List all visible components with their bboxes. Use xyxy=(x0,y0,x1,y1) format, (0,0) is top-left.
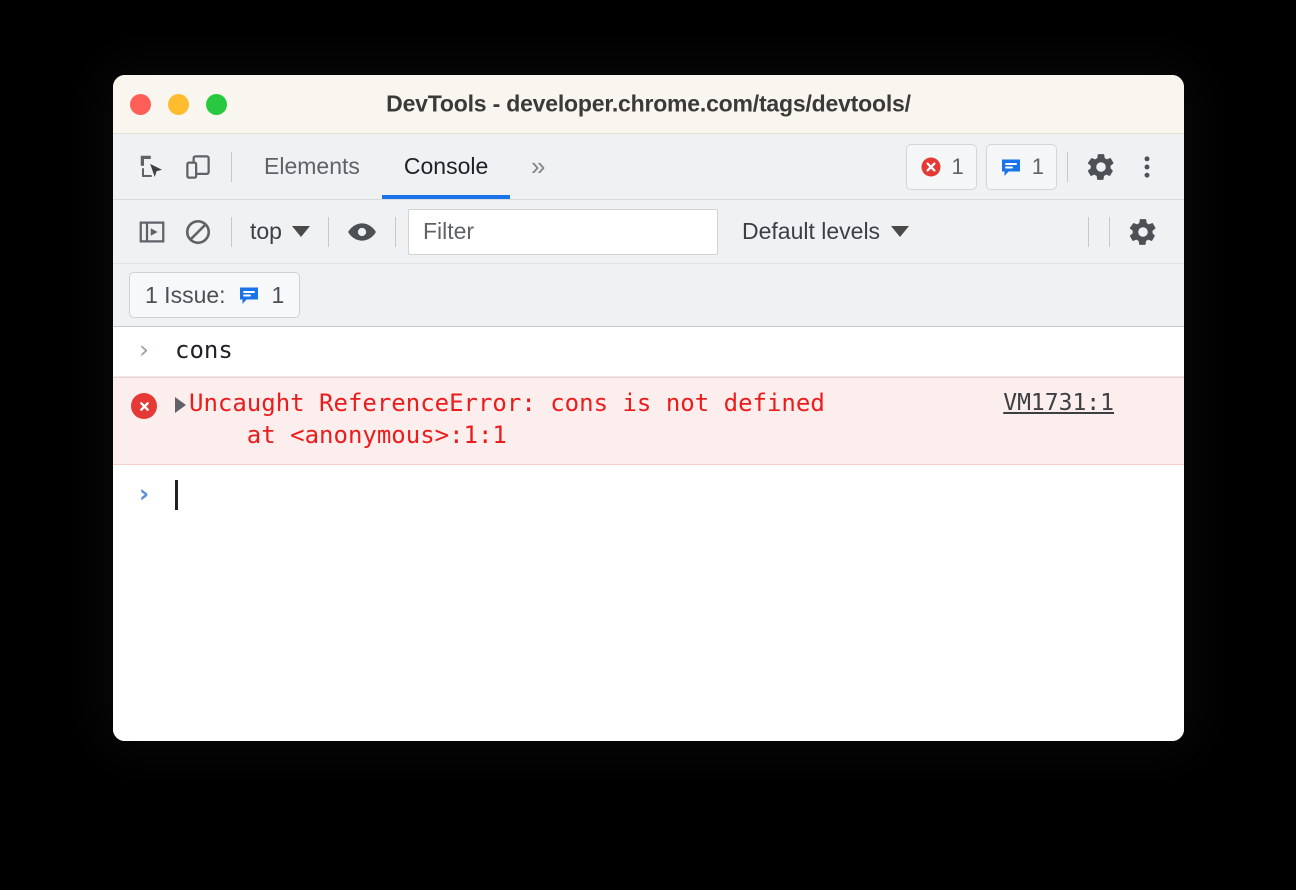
text-cursor xyxy=(175,479,178,510)
console-sidebar-toggle-button[interactable] xyxy=(129,209,175,255)
chevron-down-icon xyxy=(891,226,910,237)
close-window-button[interactable] xyxy=(130,93,151,115)
live-expression-button[interactable] xyxy=(339,209,385,255)
more-tabs-button[interactable]: » xyxy=(516,145,560,189)
console-filter-placeholder: Filter xyxy=(422,218,475,244)
device-toolbar-button[interactable] xyxy=(175,144,221,190)
log-level-value: Default levels xyxy=(741,218,881,244)
inspect-element-icon xyxy=(137,152,167,182)
error-circle-icon xyxy=(919,155,943,179)
issues-count-value: 1 xyxy=(1031,153,1044,179)
window-title: DevTools - developer.chrome.com/tags/dev… xyxy=(386,90,911,117)
console-error-source-link[interactable]: VM1731:1 xyxy=(1003,390,1114,416)
issues-summary-button[interactable]: 1 Issue: 1 xyxy=(129,272,301,318)
devtools-panel: Elements Console » 1 1 top Filter Defaul… xyxy=(113,134,1184,741)
chevron-down-icon xyxy=(291,226,310,237)
console-toolbar-divider-2 xyxy=(327,216,329,247)
console-input-echo-text: cons xyxy=(175,336,233,364)
issues-speech-bubble-icon xyxy=(237,283,261,307)
console-toolbar-divider-5 xyxy=(1109,216,1110,247)
tab-elements-label: Elements xyxy=(264,153,360,179)
devtools-more-options-button[interactable] xyxy=(1124,144,1170,190)
console-message-list[interactable]: › cons Uncaught ReferenceError: cons is … xyxy=(113,327,1184,741)
issues-speech-bubble-icon xyxy=(999,155,1023,179)
issues-summary-label: 1 Issue: xyxy=(145,281,226,308)
console-toolbar-divider-4 xyxy=(1088,216,1089,247)
console-error-line-1: Uncaught ReferenceError: cons is not def… xyxy=(189,389,825,417)
console-error-gutter xyxy=(113,388,175,419)
error-count-value: 1 xyxy=(951,153,964,179)
console-filter-input[interactable]: Filter xyxy=(407,208,718,255)
input-chevron-icon: › xyxy=(139,335,149,364)
inspect-element-button[interactable] xyxy=(129,144,175,190)
eye-icon xyxy=(346,216,378,248)
console-error-message: Uncaught ReferenceError: cons is not def… xyxy=(189,388,1003,452)
console-row-gutter: › xyxy=(113,335,175,362)
execution-context-value: top xyxy=(250,218,282,244)
log-level-selector[interactable]: Default levels xyxy=(736,211,915,253)
chevron-double-right-icon: » xyxy=(531,151,546,181)
console-error-line-2: at <anonymous>:1:1 xyxy=(189,420,507,449)
error-circle-icon xyxy=(131,393,157,419)
gear-icon xyxy=(1127,216,1159,248)
clear-console-button[interactable] xyxy=(175,209,221,255)
console-toolbar-divider-1 xyxy=(231,216,232,247)
tabstrip-right-group: 1 1 xyxy=(897,143,1185,190)
tab-console-label: Console xyxy=(403,153,489,179)
console-toolbar-divider-3 xyxy=(394,216,396,247)
tabstrip-divider-2 xyxy=(1067,151,1068,182)
console-error-row[interactable]: Uncaught ReferenceError: cons is not def… xyxy=(113,377,1184,465)
console-toolbar-right-group xyxy=(1078,209,1184,255)
issues-summary-count: 1 xyxy=(271,281,285,308)
devtools-window: DevTools - developer.chrome.com/tags/dev… xyxy=(113,75,1184,741)
devtools-tabstrip: Elements Console » 1 1 xyxy=(113,134,1184,200)
console-prompt-gutter: › xyxy=(113,479,175,506)
console-sidebar-toggle-icon xyxy=(137,217,167,247)
tab-elements[interactable]: Elements xyxy=(242,134,382,199)
minimize-window-button[interactable] xyxy=(168,93,189,115)
console-prompt-row[interactable]: › xyxy=(113,465,1184,518)
traffic-light-group xyxy=(130,93,227,115)
clear-console-icon xyxy=(183,217,213,247)
issues-count-badge[interactable]: 1 xyxy=(985,143,1057,190)
tabstrip-divider-1 xyxy=(231,151,232,182)
error-count-badge[interactable]: 1 xyxy=(905,143,977,190)
three-dot-menu-icon xyxy=(1133,153,1161,181)
devtools-settings-button[interactable] xyxy=(1078,144,1124,190)
issues-bar: 1 Issue: 1 xyxy=(113,264,1184,327)
zoom-window-button[interactable] xyxy=(206,93,227,115)
window-titlebar: DevTools - developer.chrome.com/tags/dev… xyxy=(113,75,1184,134)
console-settings-button[interactable] xyxy=(1120,209,1166,255)
console-toolbar: top Filter Default levels xyxy=(113,200,1184,264)
gear-icon xyxy=(1085,151,1117,183)
console-error-body: Uncaught ReferenceError: cons is not def… xyxy=(189,388,1184,452)
device-toolbar-icon xyxy=(183,152,213,182)
expand-triangle-icon[interactable] xyxy=(175,397,186,413)
prompt-chevron-icon: › xyxy=(138,478,150,508)
execution-context-selector[interactable]: top xyxy=(242,211,318,253)
console-input-echo-row: › cons xyxy=(113,327,1184,377)
tab-console[interactable]: Console xyxy=(381,134,511,199)
screenshot-root: DevTools - developer.chrome.com/tags/dev… xyxy=(0,0,1296,890)
